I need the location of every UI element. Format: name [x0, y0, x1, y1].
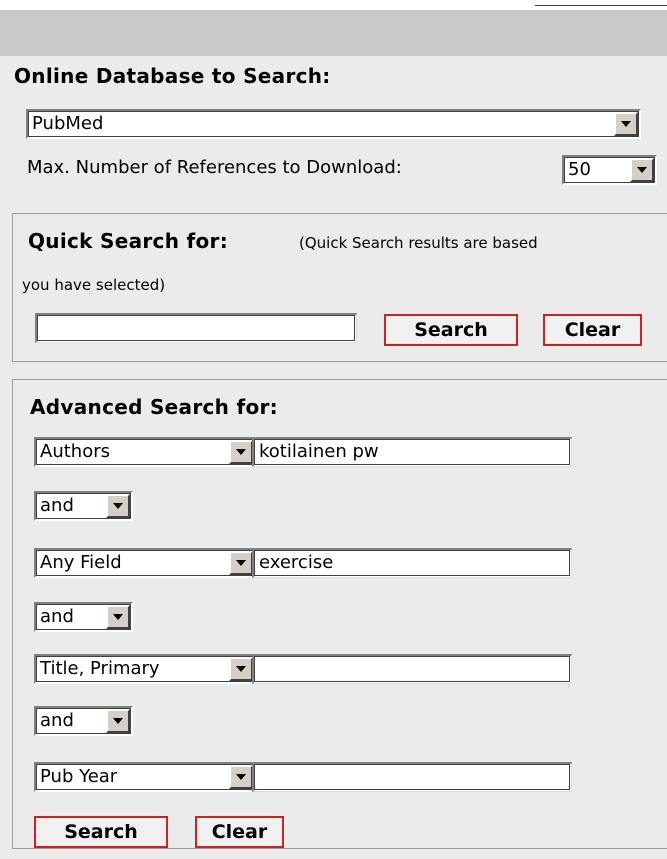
advanced-field-value: Title, Primary: [40, 658, 160, 679]
operator-value: and: [40, 710, 74, 731]
chevron-down-icon[interactable]: [229, 440, 253, 464]
advanced-field-select-2[interactable]: Any Field: [34, 548, 256, 578]
chevron-down-icon[interactable]: [229, 551, 253, 575]
quick-search-panel: Quick Search for: (Quick Search results …: [12, 213, 667, 362]
advanced-search-title: Advanced Search for:: [30, 395, 278, 419]
chevron-down-icon[interactable]: [229, 657, 253, 681]
advanced-field-value: Authors: [40, 441, 110, 462]
quick-search-note-cont: you have selected): [22, 276, 166, 294]
max-references-label: Max. Number of References to Download:: [27, 157, 402, 178]
operator-select-3[interactable]: and: [34, 706, 133, 736]
advanced-field-value: Any Field: [40, 552, 122, 573]
operator-value: and: [40, 606, 74, 627]
database-select-value: PubMed: [32, 113, 104, 134]
header-bar: [0, 10, 667, 56]
chevron-down-icon[interactable]: [106, 494, 130, 518]
advanced-clear-button[interactable]: Clear: [195, 816, 284, 848]
operator-select-2[interactable]: and: [34, 602, 133, 632]
quick-clear-button[interactable]: Clear: [543, 314, 642, 346]
advanced-search-button[interactable]: Search: [34, 816, 168, 848]
operator-select-1[interactable]: and: [34, 491, 133, 521]
advanced-search-panel: Advanced Search for: Authors kotilainen …: [12, 379, 667, 849]
chevron-down-icon[interactable]: [106, 709, 130, 733]
advanced-field-select-3[interactable]: Title, Primary: [34, 654, 256, 684]
max-references-select[interactable]: 50: [562, 155, 657, 185]
advanced-field-select-1[interactable]: Authors: [34, 437, 256, 467]
quick-search-button[interactable]: Search: [384, 314, 518, 346]
quick-search-input[interactable]: [35, 313, 357, 343]
advanced-term-input-4[interactable]: [252, 762, 572, 792]
quick-search-note: (Quick Search results are based: [299, 234, 538, 252]
chevron-down-icon[interactable]: [630, 158, 654, 182]
chevron-down-icon[interactable]: [106, 605, 130, 629]
advanced-term-input-2[interactable]: exercise: [252, 548, 572, 578]
advanced-term-input-3[interactable]: [252, 654, 572, 684]
advanced-field-value: Pub Year: [40, 766, 118, 787]
quick-search-title: Quick Search for:: [28, 229, 229, 253]
database-select[interactable]: PubMed: [26, 109, 641, 139]
database-title: Online Database to Search:: [14, 64, 331, 88]
operator-value: and: [40, 495, 74, 516]
chevron-down-icon[interactable]: [229, 765, 253, 789]
advanced-field-select-4[interactable]: Pub Year: [34, 762, 256, 792]
chevron-down-icon[interactable]: [614, 112, 638, 136]
advanced-term-input-1[interactable]: kotilainen pw: [252, 437, 572, 467]
top-link-partial[interactable]: [535, 0, 667, 6]
max-references-value: 50: [568, 159, 591, 180]
